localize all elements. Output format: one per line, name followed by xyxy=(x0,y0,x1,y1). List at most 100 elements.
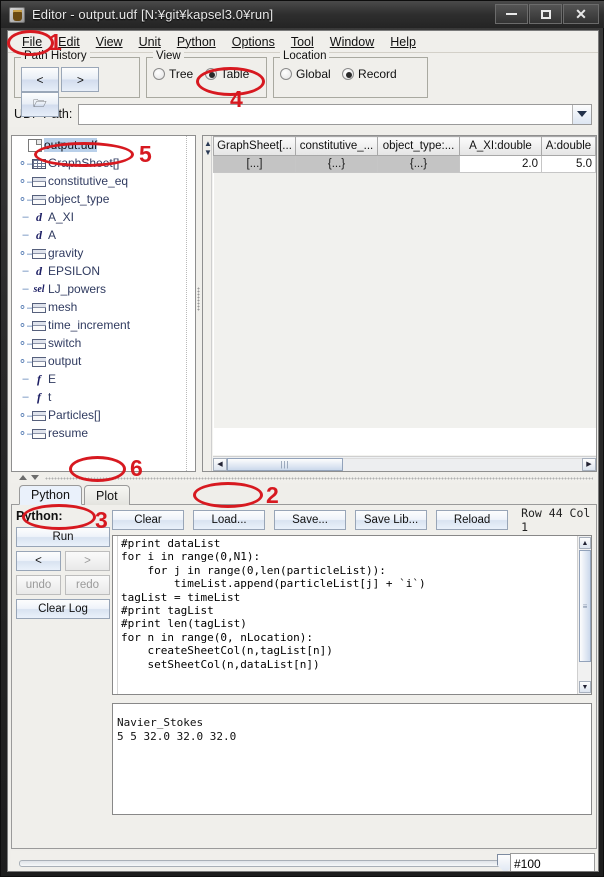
table-header-cell[interactable]: GraphSheet[... xyxy=(214,137,296,156)
udf-path-input[interactable] xyxy=(79,105,572,124)
expand-toggle-icon[interactable]: ⚬– xyxy=(19,157,32,170)
tree-item-t[interactable]: –ft xyxy=(12,388,195,406)
location-radio-global[interactable]: Global xyxy=(280,67,331,81)
title-bar: Editor - output.udf [N:¥git¥kapsel3.0¥ru… xyxy=(1,1,604,28)
python-forward-button[interactable]: > xyxy=(65,551,110,571)
python-back-button[interactable]: < xyxy=(16,551,61,571)
table-cell[interactable]: 5.0 xyxy=(542,156,596,173)
menu-unit[interactable]: Unit xyxy=(131,33,169,51)
scroll-right-button[interactable]: ▶ xyxy=(582,458,596,471)
load-button[interactable]: Load... xyxy=(193,510,265,530)
minimize-button[interactable] xyxy=(495,4,528,24)
expand-toggle-icon[interactable]: ⚬– xyxy=(19,175,32,188)
python-code-text[interactable]: #print dataList for i in range(0,N1): fo… xyxy=(118,536,577,694)
hscroll-track[interactable] xyxy=(343,458,582,471)
clear-log-button[interactable]: Clear Log xyxy=(16,599,110,619)
close-button[interactable]: ✕ xyxy=(563,4,599,24)
table-empty-cell xyxy=(460,258,542,275)
table-cell[interactable]: 2.0 xyxy=(460,156,542,173)
expand-toggle-icon[interactable]: ⚬– xyxy=(19,409,32,422)
record-slider[interactable]: 0102030405060708090100 xyxy=(19,853,514,872)
table-row[interactable]: [...]{...}{...}2.05.0 xyxy=(214,156,596,173)
python-code-editor[interactable]: #print dataList for i in range(0,N1): fo… xyxy=(112,535,592,695)
table-header-cell[interactable]: object_type:... xyxy=(378,137,460,156)
redo-button[interactable]: redo xyxy=(65,575,110,595)
menu-file[interactable]: File xyxy=(14,33,50,51)
table-header-cell[interactable]: A:double xyxy=(542,137,596,156)
collapse-up-icon[interactable] xyxy=(19,475,27,480)
undo-button[interactable]: undo xyxy=(16,575,61,595)
table-empty-cell xyxy=(214,190,296,207)
tree-item-a_xi[interactable]: –dA_XI xyxy=(12,208,195,226)
tree-item-output[interactable]: ⚬–output xyxy=(12,352,195,370)
record-number-input[interactable] xyxy=(510,853,595,872)
tab-plot[interactable]: Plot xyxy=(84,485,130,505)
tree-item-graphsheet[interactable]: ⚬–GraphSheet[] xyxy=(12,154,195,172)
tree-item-lj_powers[interactable]: –selLJ_powers xyxy=(12,280,195,298)
code-scroll-up-button[interactable]: ▲ xyxy=(579,537,591,549)
view-radio-tree[interactable]: Tree xyxy=(153,67,193,81)
maximize-button[interactable] xyxy=(529,4,562,24)
table-cell[interactable]: {...} xyxy=(296,156,378,173)
location-radio-record[interactable]: Record xyxy=(342,67,397,81)
menu-options[interactable]: Options xyxy=(224,33,283,51)
expand-toggle-icon[interactable]: ⚬– xyxy=(19,193,32,206)
tree-item-constitutive_eq[interactable]: ⚬–constitutive_eq xyxy=(12,172,195,190)
tree-item-mesh[interactable]: ⚬–mesh xyxy=(12,298,195,316)
save-lib-button[interactable]: Save Lib... xyxy=(355,510,427,530)
expand-toggle-icon[interactable]: ⚬– xyxy=(19,301,32,314)
clear-button[interactable]: Clear xyxy=(112,510,184,530)
record-table[interactable]: GraphSheet[...constitutive_...object_typ… xyxy=(213,136,596,455)
tree-item-object_type[interactable]: ⚬–object_type xyxy=(12,190,195,208)
hscroll-thumb[interactable]: ||| xyxy=(227,458,343,471)
tree-item-particles[interactable]: ⚬–Particles[] xyxy=(12,406,195,424)
path-up-button[interactable]: 🗁 xyxy=(21,92,59,117)
table-cell[interactable]: [...] xyxy=(214,156,296,173)
view-radio-table[interactable]: Table xyxy=(205,67,250,81)
udf-path-dropdown-button[interactable] xyxy=(572,105,591,124)
menu-python[interactable]: Python xyxy=(169,33,224,51)
table-cell[interactable]: {...} xyxy=(378,156,460,173)
menu-help[interactable]: Help xyxy=(382,33,424,51)
tree-item-a[interactable]: –dA xyxy=(12,226,195,244)
python-output-console[interactable]: Navier_Stokes 5 5 32.0 32.0 32.0 xyxy=(112,703,592,815)
tree-item-outputudf[interactable]: output.udf xyxy=(12,136,195,154)
path-history-group: Path History < > 🗁 xyxy=(14,57,140,98)
path-back-button[interactable]: < xyxy=(21,67,59,92)
udf-path-combobox[interactable] xyxy=(78,104,592,125)
scroll-left-button[interactable]: ◀ xyxy=(213,458,227,471)
save-button[interactable]: Save... xyxy=(274,510,346,530)
expand-toggle-icon[interactable]: ⚬– xyxy=(19,319,32,332)
lower-split-handle[interactable] xyxy=(11,473,597,483)
menu-tool[interactable]: Tool xyxy=(283,33,322,51)
collapse-down-icon[interactable] xyxy=(31,475,39,480)
slider-track[interactable] xyxy=(19,860,506,867)
run-button[interactable]: Run xyxy=(16,527,110,547)
tree-item-gravity[interactable]: ⚬–gravity xyxy=(12,244,195,262)
path-forward-button[interactable]: > xyxy=(61,67,99,92)
expand-toggle-icon[interactable]: ⚬– xyxy=(19,427,32,440)
table-header-cell[interactable]: A_XI:double xyxy=(460,137,542,156)
table-header-cell[interactable]: constitutive_... xyxy=(296,137,378,156)
table-horizontal-scrollbar[interactable]: ◀ ||| ▶ xyxy=(213,456,596,471)
reload-button[interactable]: Reload xyxy=(436,510,508,530)
menu-view[interactable]: View xyxy=(88,33,131,51)
udf-tree[interactable]: output.udf⚬–GraphSheet[]⚬–constitutive_e… xyxy=(11,135,196,472)
tree-vertical-scrollbar[interactable] xyxy=(186,136,195,471)
expand-toggle-icon[interactable]: ⚬– xyxy=(19,355,32,368)
tree-item-e[interactable]: –fE xyxy=(12,370,195,388)
table-left-scroll-strip[interactable]: ▲ ▼ xyxy=(203,136,212,471)
tree-item-label: E xyxy=(48,372,56,386)
tree-item-time_increment[interactable]: ⚬–time_increment xyxy=(12,316,195,334)
code-scroll-down-button[interactable]: ▼ xyxy=(579,681,591,693)
expand-toggle-icon[interactable]: ⚬– xyxy=(19,247,32,260)
tree-item-epsilon[interactable]: –dEPSILON xyxy=(12,262,195,280)
code-vertical-scrollbar[interactable]: ▲ ≡ ▼ xyxy=(577,536,591,694)
menu-edit[interactable]: Edit xyxy=(50,33,88,51)
expand-toggle-icon[interactable]: ⚬– xyxy=(19,337,32,350)
tab-python[interactable]: Python xyxy=(19,485,82,505)
menu-window[interactable]: Window xyxy=(322,33,382,51)
code-scroll-thumb[interactable]: ≡ xyxy=(579,550,591,662)
tree-item-switch[interactable]: ⚬–switch xyxy=(12,334,195,352)
tree-item-resume[interactable]: ⚬–resume xyxy=(12,424,195,442)
